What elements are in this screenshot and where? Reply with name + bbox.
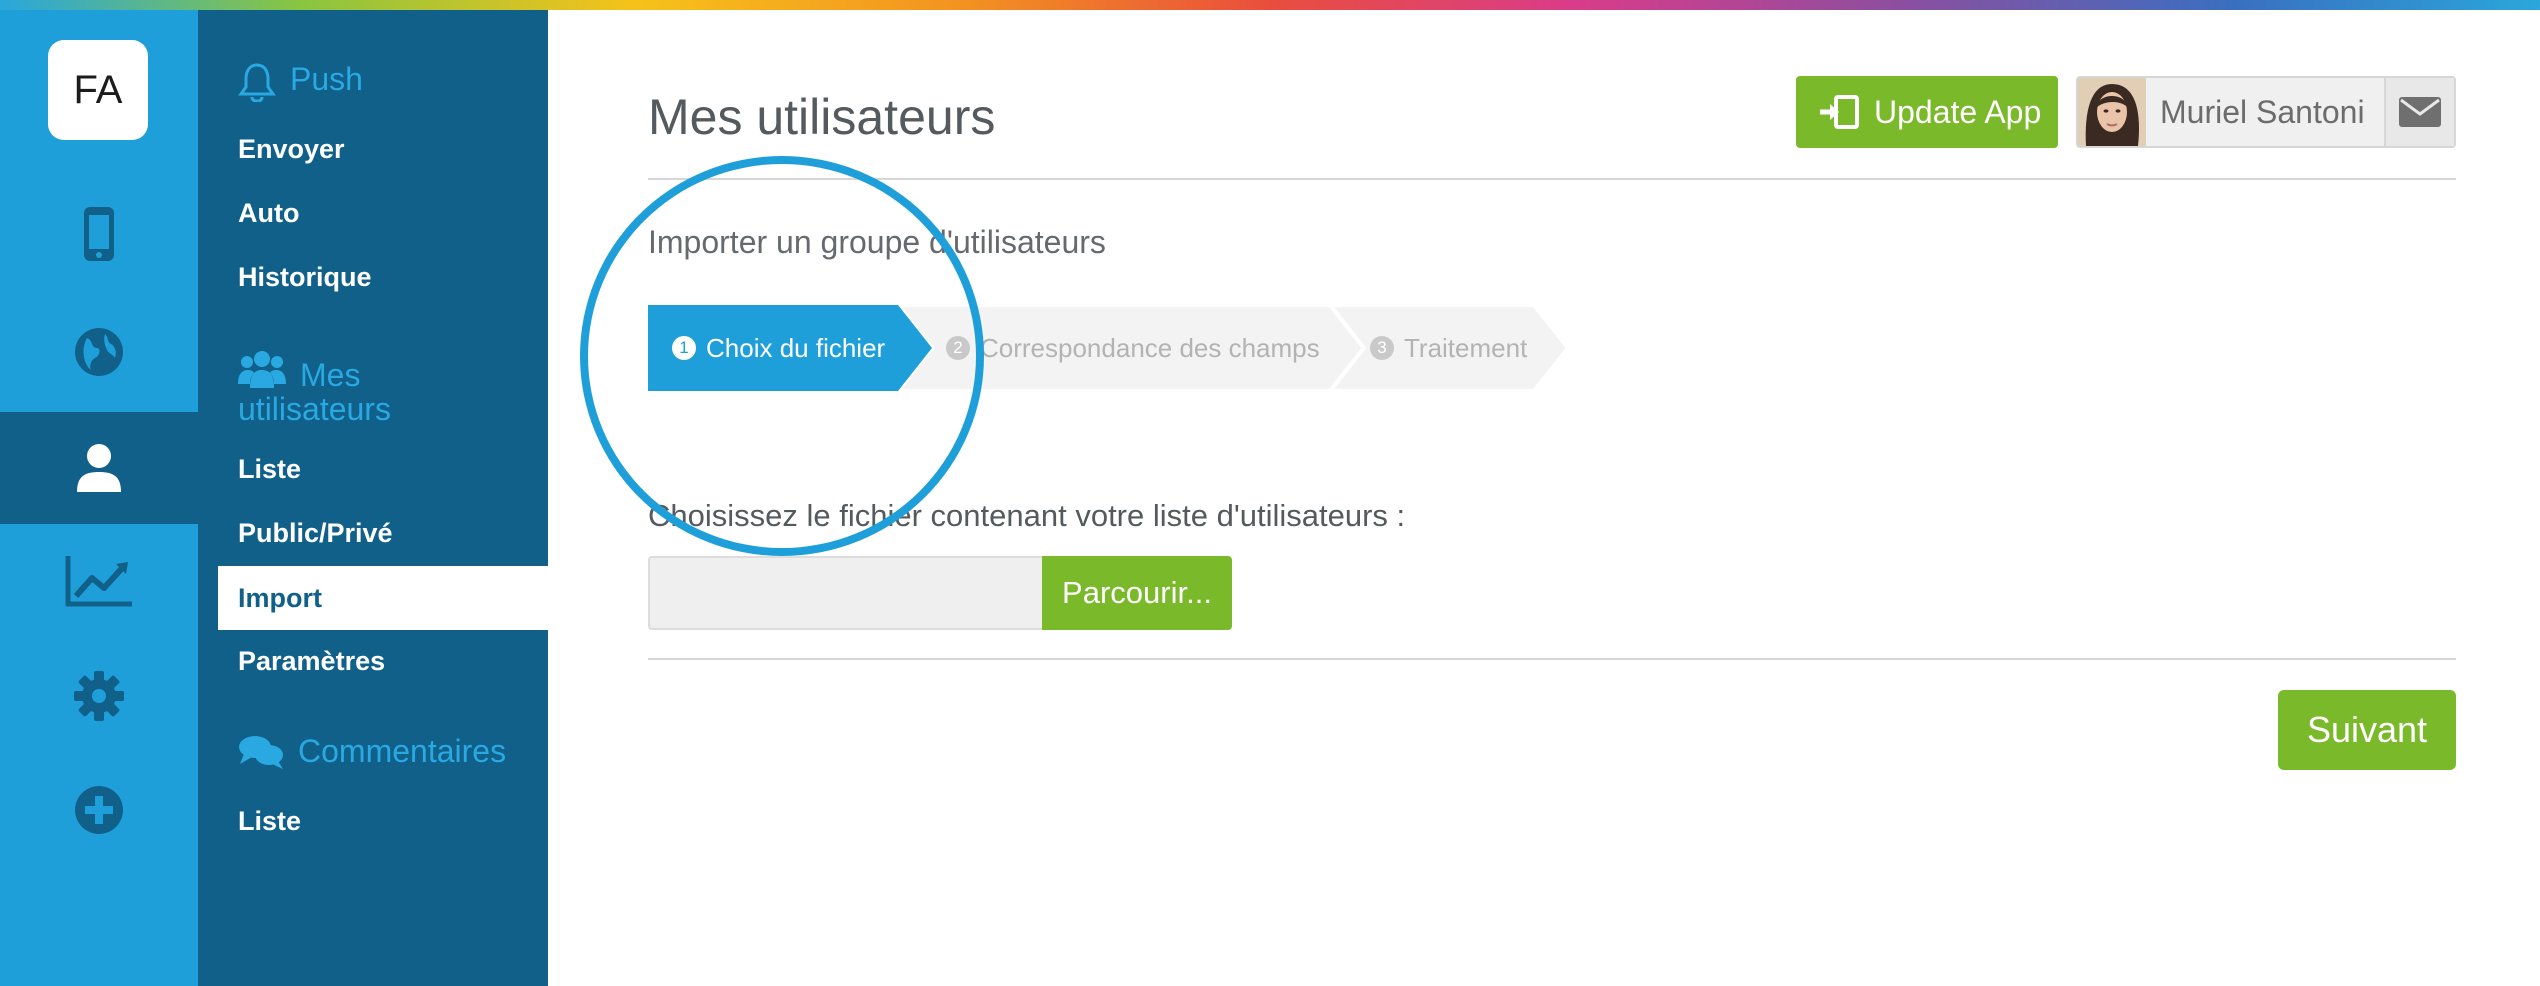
file-path-input[interactable] [648, 556, 1042, 630]
next-button[interactable]: Suivant [2278, 690, 2456, 770]
nav-link-liste-users[interactable]: Liste [238, 454, 301, 485]
nav-link-auto[interactable]: Auto [238, 198, 299, 229]
step-1-label: Choix du fichier [706, 332, 886, 363]
step-3-number: 3 [1370, 336, 1394, 360]
update-app-label: Update App [1874, 93, 2042, 130]
form-divider [648, 658, 2456, 660]
messages-button[interactable] [2384, 78, 2454, 146]
nav-link-public-prive[interactable]: Public/Privé [238, 518, 393, 549]
user-menu: Muriel Santoni [2076, 76, 2456, 148]
nav-section-comments[interactable]: Commentaires [238, 734, 506, 770]
import-steps: 1 Choix du fichier 2 Correspondance des … [648, 305, 1568, 391]
update-app-button[interactable]: Update App [1796, 76, 2058, 148]
step-1[interactable]: 1 Choix du fichier [672, 305, 885, 391]
browse-button[interactable]: Parcourir... [1042, 556, 1232, 630]
avatar[interactable] [2078, 78, 2146, 146]
nav-section-push[interactable]: Push [238, 62, 363, 102]
main-content: Mes utilisateurs Update App Muriel Santo… [548, 10, 2540, 986]
step-3-label: Traitement [1404, 332, 1528, 363]
sign-in-icon [1820, 95, 1859, 129]
page-title: Mes utilisateurs [648, 89, 996, 145]
mobile-phone-icon [84, 207, 114, 261]
plus-circle-icon [75, 786, 123, 834]
nav-section-comments-title: Commentaires [298, 733, 507, 769]
nav-link-import[interactable]: Import [218, 566, 548, 630]
step-1-number: 1 [672, 336, 696, 360]
nav-section-push-title: Push [290, 61, 363, 97]
file-field-label: Choisissez le fichier contenant votre li… [648, 498, 1406, 533]
rail-item-stats[interactable] [0, 524, 198, 636]
line-chart-icon [65, 556, 132, 607]
rail-item-settings[interactable] [0, 640, 198, 752]
step-3: 3 Traitement [1370, 305, 1527, 391]
bell-icon [238, 63, 276, 102]
globe-icon [75, 328, 123, 376]
step-2-label: Correspondance des champs [980, 332, 1320, 363]
rail-item-globe[interactable] [0, 296, 198, 408]
title-divider [648, 178, 2456, 180]
top-color-bar [0, 0, 2540, 10]
rail-item-users[interactable] [0, 412, 198, 524]
app-logo[interactable]: FA [48, 40, 148, 140]
nav-section-users[interactable]: Mes utilisateurs [238, 350, 391, 426]
user-name[interactable]: Muriel Santoni [2160, 78, 2365, 146]
secondary-nav: Push Envoyer Auto Historique Mes utilisa… [198, 10, 548, 986]
nav-section-users-title-line2: utilisateurs [238, 391, 391, 427]
avatar-image [2078, 78, 2146, 146]
user-icon [77, 444, 121, 492]
nav-link-historique[interactable]: Historique [238, 262, 372, 293]
step-2-number: 2 [946, 336, 970, 360]
envelope-icon [2399, 97, 2441, 127]
rail-item-add[interactable] [0, 754, 198, 866]
icon-rail: FA [0, 10, 198, 986]
nav-link-parametres[interactable]: Paramètres [238, 646, 385, 677]
comments-icon [239, 736, 283, 769]
import-heading: Importer un groupe d'utilisateurs [648, 224, 1106, 260]
step-2: 2 Correspondance des champs [946, 305, 1320, 391]
rail-item-mobile[interactable] [0, 178, 198, 290]
users-icon [238, 351, 286, 388]
gear-icon [74, 671, 124, 721]
nav-section-users-title-line1: Mes [300, 357, 361, 393]
nav-link-liste-comments[interactable]: Liste [238, 806, 301, 837]
nav-link-envoyer[interactable]: Envoyer [238, 134, 345, 165]
